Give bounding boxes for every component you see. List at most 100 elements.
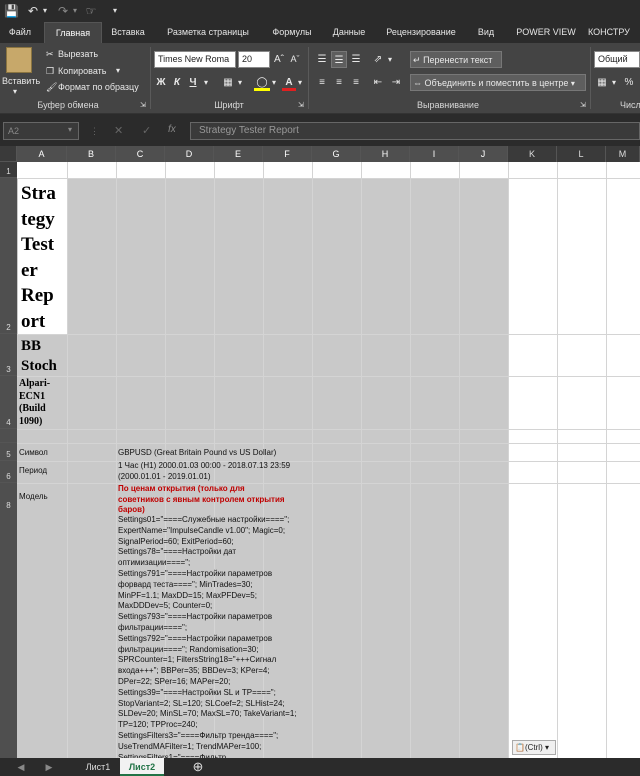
align-right-icon[interactable]: ≡ [348,74,364,91]
orientation-icon[interactable]: ⇗ [370,51,386,68]
column-header[interactable]: D [165,146,214,162]
gridline [17,178,640,179]
column-header[interactable]: L [557,146,606,162]
align-bottom-icon[interactable]: ☰ [348,51,364,68]
gridline [312,162,313,758]
align-center-icon[interactable]: ≡ [331,74,347,91]
tab-review[interactable]: Рецензирование [378,22,464,43]
row-header[interactable]: 2 [0,178,17,334]
column-header[interactable]: H [361,146,410,162]
row-header[interactable]: 6 [0,461,17,483]
column-header[interactable]: C [116,146,165,162]
font-launcher-icon[interactable]: ⇲ [298,100,304,112]
scroll-right-icon[interactable]: ▶ [42,758,56,776]
formula-input[interactable]: Strategy Tester Report [190,122,640,140]
fill-color-icon[interactable]: ◯ [254,74,270,91]
column-header[interactable]: K [508,146,557,162]
tab-formulas[interactable]: Формулы [262,22,322,43]
font-color-icon[interactable]: A [282,74,296,91]
font-size-field[interactable]: 20 [238,51,270,68]
grow-font-icon[interactable]: Aˆ [272,51,286,68]
format-painter-icon[interactable]: 🖌 [46,81,57,93]
underline-button[interactable]: Ч [186,74,200,91]
decrease-indent-icon[interactable]: ⇤ [370,74,386,91]
merge-dropdown-icon[interactable]: ▾ [571,79,575,88]
column-header[interactable]: A [17,146,67,162]
borders-icon[interactable]: ▦ [220,74,236,91]
tab-insert[interactable]: Вставка [104,22,152,43]
copy-icon[interactable]: ❐ [46,65,54,77]
cancel-icon[interactable]: ✕ [114,124,123,137]
scroll-left-icon[interactable]: ◀ [14,758,28,776]
bold-button[interactable]: Ж [154,74,168,91]
currency-format-icon[interactable]: ▦ [594,74,610,91]
name-box-dropdown-icon[interactable]: ▾ [68,124,76,136]
italic-button[interactable]: К [170,74,184,91]
worksheet-grid[interactable]: A B C D E F G H I J K L M 1 2 3 4 5 6 8 … [0,146,640,758]
borders-dropdown-icon[interactable]: ▾ [236,74,244,91]
tab-home[interactable]: Главная [44,22,102,43]
row-header[interactable] [0,429,17,443]
wrap-text-button[interactable]: ↵ Перенести текст [410,51,502,68]
column-header[interactable]: J [459,146,508,162]
currency-dropdown-icon[interactable]: ▾ [610,74,618,91]
font-color-dropdown-icon[interactable]: ▾ [296,74,304,91]
underline-dropdown-icon[interactable]: ▾ [202,74,210,91]
font-name-field[interactable]: Times New Roma [154,51,236,68]
row-header[interactable]: 1 [0,162,17,178]
undo-dropdown-icon[interactable]: ▾ [41,3,49,19]
column-header[interactable]: I [410,146,459,162]
select-all-corner[interactable] [0,146,17,162]
percent-format-icon[interactable]: % [622,74,636,91]
clipboard-launcher-icon[interactable]: ⇲ [140,100,146,112]
column-header[interactable]: M [606,146,640,162]
paste-icon[interactable] [6,47,32,73]
copy-button[interactable]: Копировать [58,65,106,77]
align-top-icon[interactable]: ☰ [314,51,330,68]
redo-icon[interactable]: ↷ [56,3,70,19]
column-header[interactable]: E [214,146,263,162]
save-icon[interactable]: 💾 [4,3,19,19]
enter-icon[interactable]: ✓ [142,124,151,137]
paste-button[interactable]: Вставить [2,75,40,87]
tab-data[interactable]: Данные [326,22,372,43]
column-header[interactable]: B [67,146,116,162]
row-header[interactable]: 3 [0,334,17,376]
orientation-dropdown-icon[interactable]: ▾ [386,51,394,68]
alignment-launcher-icon[interactable]: ⇲ [580,100,586,112]
settings-line: форвард теста===="; MinTrades=30; [118,579,253,589]
copy-dropdown-icon[interactable]: ▾ [116,65,120,77]
tab-view[interactable]: Вид [468,22,504,43]
new-sheet-icon[interactable]: ⊕ [188,758,208,776]
insert-function-icon[interactable]: fx [168,124,176,135]
gridline [606,162,607,758]
customize-toolbar-icon[interactable]: ▾ [110,3,120,19]
row-header[interactable]: 5 [0,443,17,461]
sheet-tab-active[interactable]: Лист2 [120,758,164,776]
touch-mode-icon[interactable]: ☞ [84,3,98,19]
cut-button[interactable]: Вырезать [58,48,98,60]
active-cell[interactable]: Stra tegy Test er Rep ort [18,179,67,334]
undo-icon[interactable]: ↶ [26,3,40,19]
increase-indent-icon[interactable]: ⇥ [388,74,404,91]
tab-page-layout[interactable]: Разметка страницы [158,22,258,43]
format-painter-button[interactable]: Формат по образцу [58,81,139,93]
paste-dropdown-icon[interactable]: ▾ [13,86,17,98]
shrink-font-icon[interactable]: Aˇ [288,51,302,68]
sheet-tab[interactable]: Лист1 [78,758,118,776]
tab-file[interactable]: Файл [0,22,40,43]
row-header[interactable]: 8 [0,483,17,758]
row-header[interactable]: 4 [0,376,17,429]
redo-dropdown-icon[interactable]: ▾ [71,3,79,19]
number-format-field[interactable]: Общий [594,51,640,68]
align-left-icon[interactable]: ≡ [314,74,330,91]
tab-design[interactable]: КОНСТРУ [588,22,640,43]
column-header[interactable]: F [263,146,312,162]
column-header[interactable]: G [312,146,361,162]
paste-options-button[interactable]: 📋(Ctrl) ▾ [512,740,556,755]
align-middle-icon[interactable]: ☰ [331,51,347,68]
tab-power-view[interactable]: POWER VIEW [510,22,582,43]
merge-center-button[interactable]: ⇔ Объединить и поместить в центре ▾ [410,74,586,91]
fill-color-dropdown-icon[interactable]: ▾ [270,74,278,91]
cut-icon[interactable]: ✂ [46,48,54,60]
